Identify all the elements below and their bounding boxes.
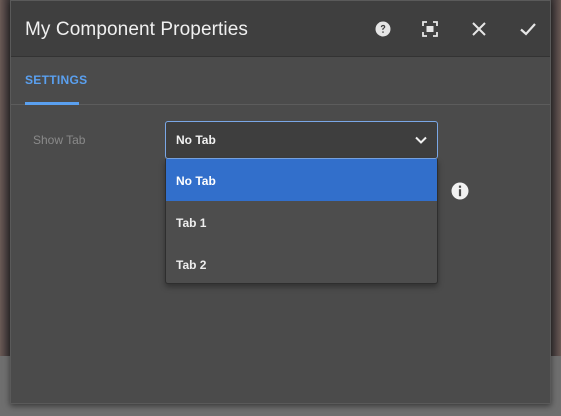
show-tab-select[interactable]: No Tab: [165, 121, 438, 159]
option-label: Tab 2: [176, 258, 207, 272]
checkmark-icon: [520, 23, 536, 36]
tab-settings[interactable]: SETTINGS: [25, 73, 87, 87]
option-tab-1[interactable]: Tab 1: [166, 201, 437, 243]
dialog-titlebar: My Component Properties: [11, 1, 550, 57]
show-tab-dropdown: No Tab Tab 1 Tab 2: [165, 159, 438, 284]
tab-bar: SETTINGS: [11, 57, 550, 105]
option-no-tab[interactable]: No Tab: [166, 159, 437, 201]
done-button[interactable]: [516, 17, 540, 41]
dialog-title: My Component Properties: [25, 19, 249, 40]
info-icon[interactable]: [451, 182, 469, 200]
chevron-down-icon: [415, 136, 427, 144]
close-button[interactable]: [467, 17, 491, 41]
help-button[interactable]: [371, 17, 395, 41]
active-tab-indicator: [25, 102, 79, 105]
option-label: No Tab: [176, 174, 216, 188]
fullscreen-button[interactable]: [418, 17, 442, 41]
show-tab-select-value: No Tab: [176, 133, 216, 147]
option-label: Tab 1: [176, 216, 207, 230]
show-tab-label: Show Tab: [33, 133, 86, 147]
close-icon: [472, 22, 486, 36]
help-icon: [375, 21, 391, 37]
component-properties-dialog: My Component Properties SETTINGS Show Ta…: [10, 0, 551, 404]
option-tab-2[interactable]: Tab 2: [166, 243, 437, 285]
fullscreen-icon: [422, 21, 438, 37]
